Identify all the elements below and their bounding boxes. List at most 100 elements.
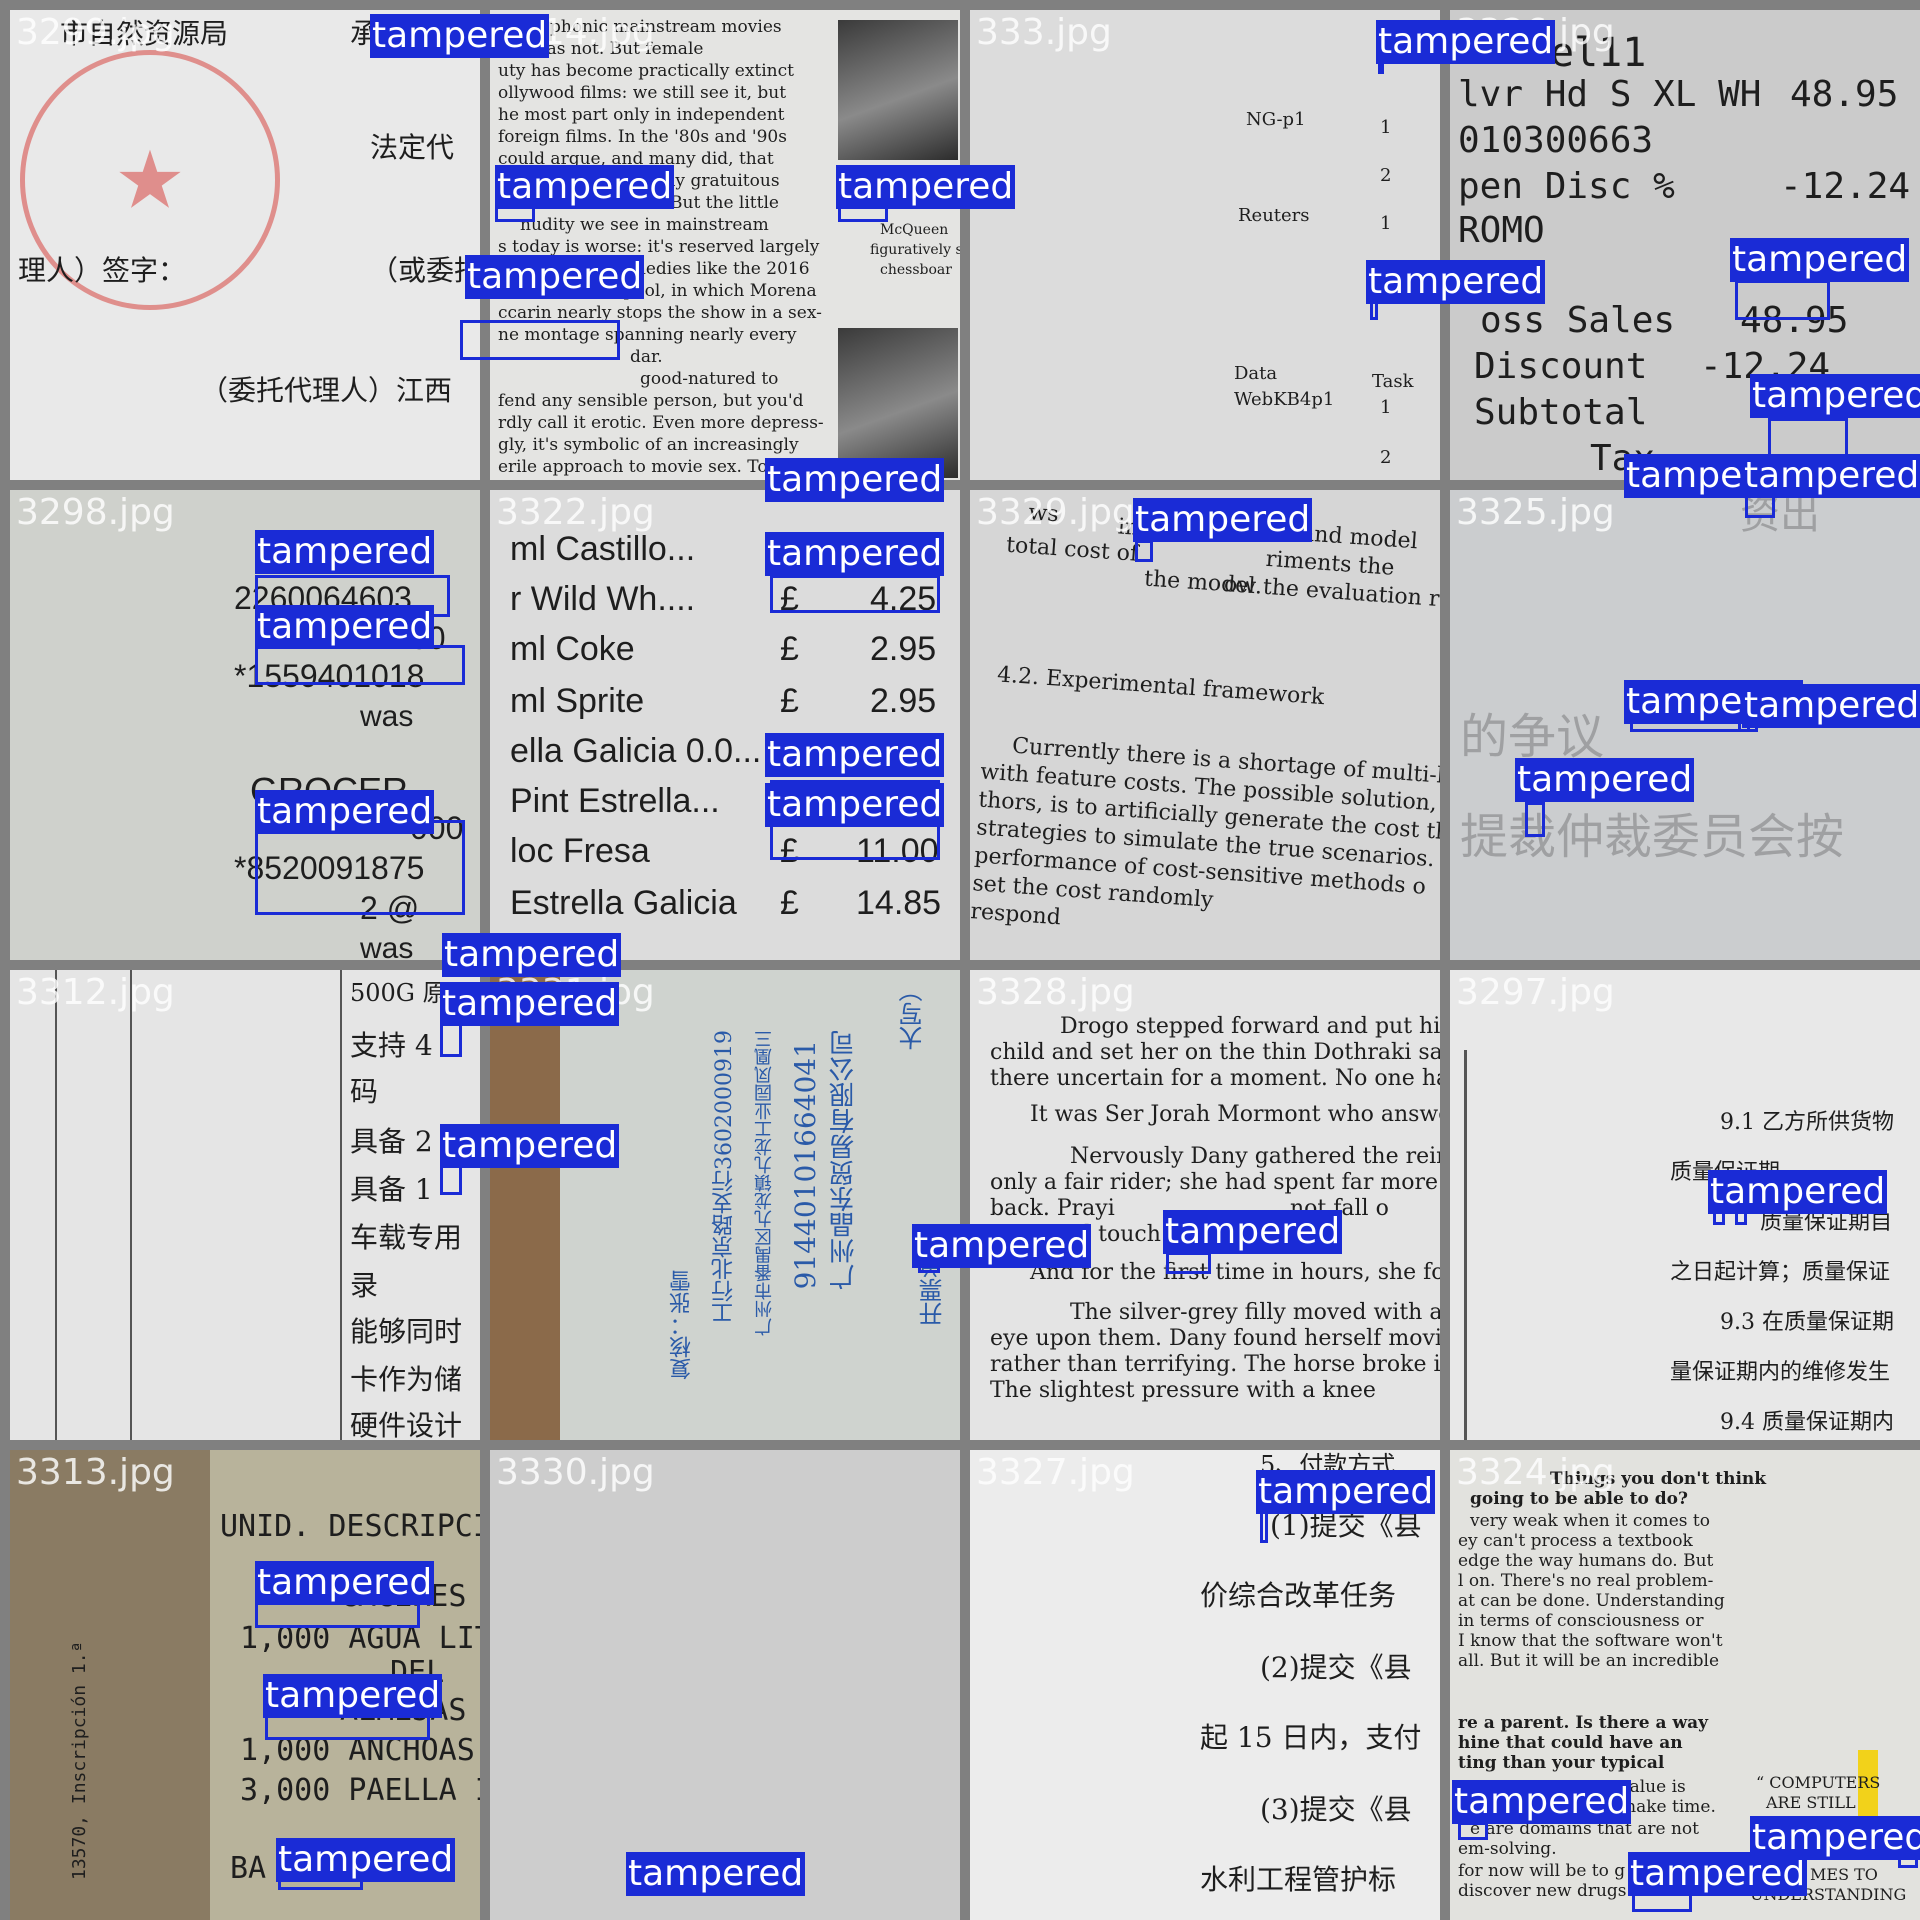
document-text: Reuters [1238,205,1310,226]
document-text: eye upon them. Dany found herself moving [990,1326,1440,1351]
document-text: 车载专用 [350,1221,463,1254]
tile-filename: 3297.jpg [1456,972,1615,1013]
detection-label: tampered [255,790,435,834]
document-text: 500G 原 [350,979,447,1007]
document-text: (2)提交《县 [1260,1651,1412,1684]
detection-box [1458,1822,1488,1840]
document-text: £ [780,884,799,922]
tile-filename: 3329.jpg [976,492,1135,533]
image-tile: Drogo stepped forward and put his h child… [970,970,1440,1440]
table-line [340,970,342,1440]
photo-region [838,20,958,160]
document-text: 支持 4 [350,1029,433,1062]
document-text: 9.1 乙方所供货物 [1720,1110,1894,1135]
document-text: 复核：张雪 [670,1270,695,1380]
document-text: Nervously Dany gathered the reins. I [1070,1144,1440,1169]
document-text: ml Castillo... [510,530,696,568]
detection-label: tampered [1730,238,1910,282]
document-text: dar. [630,347,663,367]
document-text: 广州市番禺区九龙镇九龙工业园凤凰三 [754,1030,775,1336]
detection-box [1166,1252,1211,1274]
document-text: 理人）签字： [18,254,187,287]
document-text: pen Disc % [1458,166,1675,207]
document-text: ting than your typical [1458,1753,1665,1773]
photo-region [838,328,958,478]
document-text: rdly call it erotic. Even more depress- [498,413,824,433]
document-text: good-natured to [640,369,779,389]
document-text: 广州晶东贸易有限公司 [829,1030,859,1290]
tile-filename: 3328.jpg [976,972,1135,1013]
detection-label: tampered [626,1852,806,1896]
document-text: 能够同时 [350,1315,463,1348]
image-tile: ★ 市自然资源局承法定代 理人）签字： （或委托 （委托代理人）江西 3299.jpg [10,10,480,480]
document-text: 9.3 在质量保证期 [1720,1310,1894,1335]
image-grid: ★ 市自然资源局承法定代 理人）签字： （或委托 （委托代理人）江西 3299.jpg ph… [0,0,1920,1920]
document-text: ly gratuitous [670,171,780,191]
image-tile: 3330.jpg [490,1450,960,1920]
document-text: hine that could have an [1458,1733,1683,1753]
document-text: edge the way humans do. But [1458,1551,1714,1571]
tile-filename: 3322.jpg [496,492,655,533]
document-text: 录 [350,1269,379,1302]
table-line [55,970,57,1440]
document-text: “ COMPUTERS [1756,1773,1881,1792]
document-text: ey can't process a textbook [1458,1531,1693,1551]
document-text: ROMO [1458,210,1545,251]
detection-label: tampered [255,1561,435,1605]
document-text: in terms of consciousness or [1458,1611,1704,1631]
detection-label: tampered [1742,684,1920,728]
document-text: ollywood films: we still see it, but [498,83,787,103]
document-text: Pint Estrella... [510,782,720,820]
document-text: 量保证期内的维修发生 [1670,1360,1891,1385]
document-text: 工行北京路支行3602000919 [712,1030,737,1324]
document-text: -12.24 [1780,166,1911,207]
detection-label: tampered [1750,1816,1920,1860]
image-tile: 广州晶东贸易有限公司 91440101664041 广州市番禺区九龙镇九龙工业园凤凰… [490,970,960,1440]
document-text: 起 15 日内，支付 [1200,1721,1422,1754]
detection-box [1525,802,1545,837]
document-text: 9.4 质量保证期内 [1720,1410,1894,1435]
image-tile: 500G 原支持 4 码具备 2 具备 1 车载专用录能够同时 卡作为储 硬件设计 3312… [10,970,480,1440]
document-text: for now will be to g [1458,1861,1626,1881]
document-text: (3)提交《县 [1260,1793,1412,1826]
document-text: 提裁仲裁委员会按 [1460,809,1845,865]
document-text: there uncertain for a moment. No one had… [990,1066,1440,1091]
document-text: l on. There's no real problem- [1458,1571,1714,1591]
tile-filename: 3312.jpg [16,972,175,1013]
detection-label: tampered [765,783,945,827]
detection-label: tampered [1742,454,1920,498]
detection-box [1735,280,1830,320]
document-text: Drogo stepped forward and put his h [1060,1014,1440,1039]
document-text: all. But it will be an incredible [1458,1651,1720,1671]
document-text: 010300663 [1458,120,1654,161]
document-text: 3,000 PAELLA I [240,1773,480,1808]
detection-label: tampered [370,14,550,58]
detection-label: tampered [912,1224,1092,1268]
detection-label: tampered [1452,1780,1632,1824]
detection-label: tampered [1708,1170,1888,1214]
detection-label: tampered [440,982,620,1026]
document-text: 码 [350,1075,379,1108]
tile-filename: 3327.jpg [976,1452,1135,1493]
document-text: NG-p1 [1246,109,1306,130]
document-text: BA [230,1851,267,1886]
document-text: 大写） [899,978,927,1050]
detection-box [460,320,620,360]
detection-box [770,575,940,613]
detection-label: tampered [1376,20,1556,64]
document-text: Subtotal [1474,392,1648,433]
document-text: 具备 2 [350,1125,433,1158]
detection-label: tampered [495,165,675,209]
image-tile: phonic mainstream movies n it was not. Bu… [490,10,960,480]
document-text: uty has become practically extinct [498,61,794,81]
document-text: he most part only in independent [498,105,785,125]
document-text: （或委托 [370,254,480,287]
document-text: UNID. DESCRIPCI [220,1509,480,1544]
tile-filename: 3298.jpg [16,492,175,533]
detection-label: tampered [255,530,435,574]
document-text: Estrella Galicia [510,884,737,922]
document-text: MES TO [1810,1865,1878,1884]
document-text: 法定代 [370,131,455,164]
document-text: ml Coke [510,630,635,668]
document-text: very weak when it comes to [1470,1511,1710,1531]
